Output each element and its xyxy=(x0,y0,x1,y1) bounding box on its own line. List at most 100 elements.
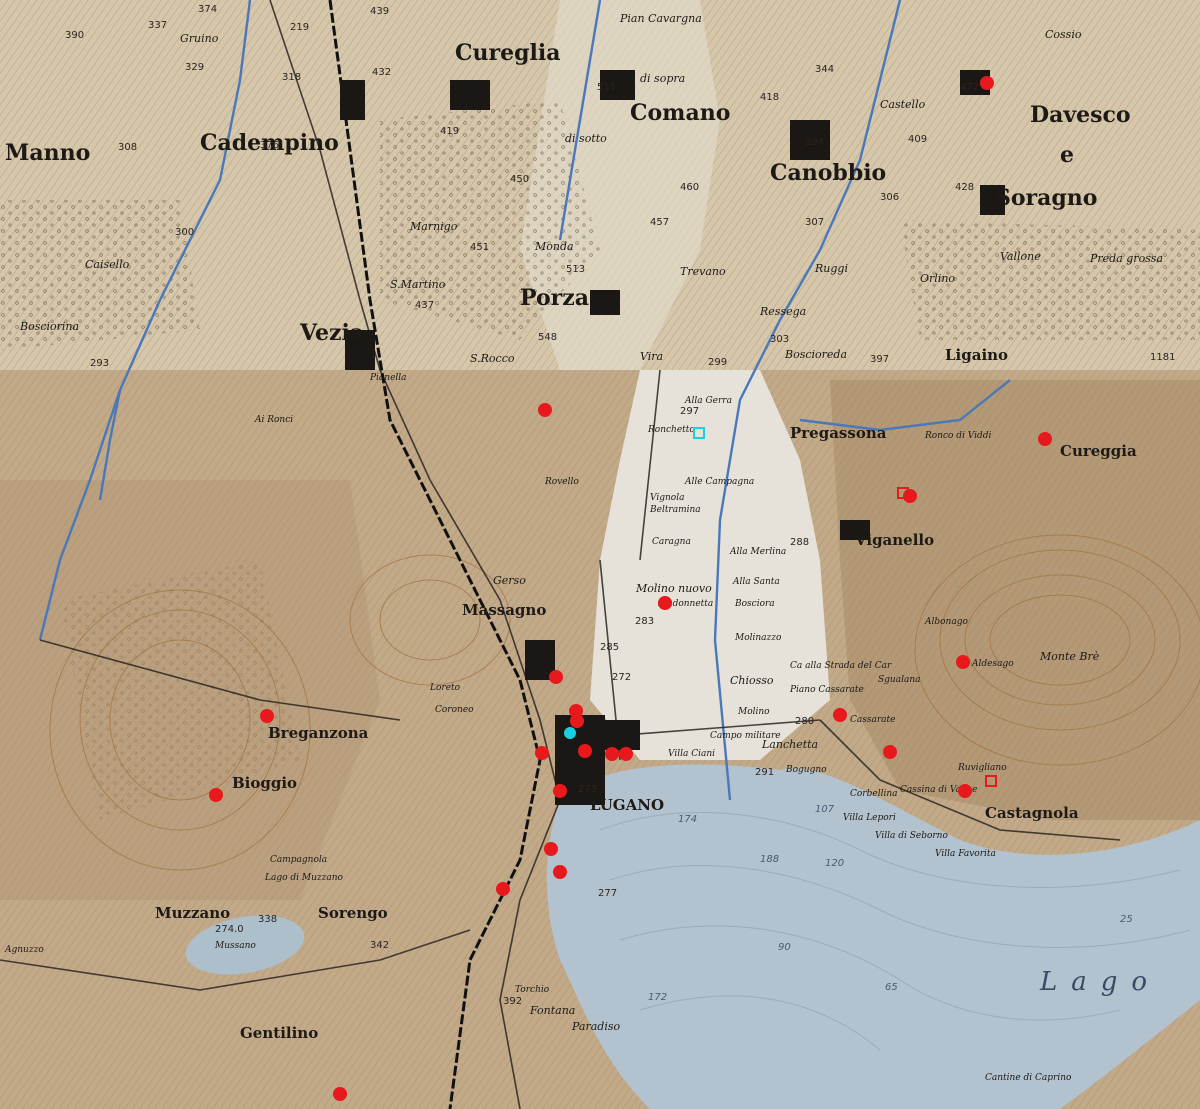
place-label: Canobbio xyxy=(770,160,886,186)
topographic-map[interactable]: Cureglia Manno Cadempino Comano Canobbio… xyxy=(0,0,1200,1109)
red-location-marker[interactable] xyxy=(956,655,970,669)
place-label: Soragno xyxy=(995,185,1097,211)
red-location-marker[interactable] xyxy=(619,747,633,761)
elevation-label: 285 xyxy=(600,642,619,653)
elevation-label: 418 xyxy=(760,92,779,103)
place-label: Campagnola xyxy=(270,855,327,865)
red-location-marker[interactable] xyxy=(658,596,672,610)
place-label: Gruino xyxy=(180,32,219,45)
red-location-marker[interactable] xyxy=(544,842,558,856)
place-label: Monda xyxy=(534,240,574,253)
place-label: Villa di Seborno xyxy=(875,831,948,841)
red-location-marker[interactable] xyxy=(535,746,549,760)
red-location-marker[interactable] xyxy=(260,709,274,723)
red-location-marker[interactable] xyxy=(209,788,223,802)
place-label: Cureggia xyxy=(1060,442,1137,460)
elevation-label: 513 xyxy=(566,264,585,275)
place-label: Breganzona xyxy=(268,724,369,742)
red-location-marker[interactable] xyxy=(496,882,510,896)
elevation-label: 273 xyxy=(578,784,597,795)
place-label: Davesco xyxy=(1030,102,1131,128)
red-location-marker[interactable] xyxy=(903,489,917,503)
place-label: Pianella xyxy=(369,373,407,383)
place-label: Gerso xyxy=(493,574,526,587)
red-location-marker[interactable] xyxy=(553,865,567,879)
place-label: Orlino xyxy=(920,272,955,285)
elevation-label: 432 xyxy=(372,67,391,78)
cyan-location-marker[interactable] xyxy=(564,727,576,739)
depth-label: 120 xyxy=(825,858,844,869)
elevation-label: 337 xyxy=(148,20,167,31)
red-location-marker[interactable] xyxy=(883,745,897,759)
place-label: Pian Cavargna xyxy=(619,12,702,25)
place-label: Beltramina xyxy=(649,505,701,515)
place-label: Caragna xyxy=(652,537,691,547)
elevation-label: 280 xyxy=(795,716,814,727)
elevation-label: 1181 xyxy=(1150,352,1175,363)
elevation-label: 457 xyxy=(650,217,669,228)
red-location-marker[interactable] xyxy=(958,784,972,798)
elevation-label: 303 xyxy=(770,334,789,345)
red-location-marker[interactable] xyxy=(833,708,847,722)
elevation-label: 338 xyxy=(258,914,277,925)
elevation-label: 451 xyxy=(470,242,489,253)
place-label: Ligaino xyxy=(945,346,1008,364)
place-label: Aldesago xyxy=(971,659,1014,669)
red-location-marker[interactable] xyxy=(578,744,592,758)
red-location-marker[interactable] xyxy=(570,714,584,728)
elevation-label: 274.0 xyxy=(215,924,244,935)
elevation-label: 450 xyxy=(510,174,529,185)
place-label: Marnigo xyxy=(409,220,458,233)
place-label: Mussano xyxy=(214,941,256,951)
place-label: Porza xyxy=(520,285,589,311)
elevation-label: 460 xyxy=(680,182,699,193)
place-label: Castagnola xyxy=(985,804,1079,822)
elevation-label: 277 xyxy=(598,888,617,899)
depth-label: 174 xyxy=(678,814,697,825)
red-location-marker[interactable] xyxy=(605,747,619,761)
place-label: Bosciorina xyxy=(19,320,79,333)
elevation-label: 409 xyxy=(908,134,927,145)
place-label: Bosciora xyxy=(734,599,775,609)
place-label: Vira xyxy=(640,350,663,363)
place-label: Castello xyxy=(880,98,926,111)
place-label: Alla Santa xyxy=(732,577,780,587)
place-label: S.Martino xyxy=(390,278,446,291)
place-label: Molino nuovo xyxy=(635,582,712,595)
depth-label: 188 xyxy=(760,854,779,865)
place-label: Alla Gerra xyxy=(684,396,732,406)
elevation-label: 374 xyxy=(198,4,217,15)
place-label: Muzzano xyxy=(155,904,230,922)
red-location-marker[interactable] xyxy=(1038,432,1052,446)
place-label: Agnuzzo xyxy=(4,945,44,955)
place-label: Paradiso xyxy=(571,1020,620,1033)
elevation-label: 306 xyxy=(880,192,899,203)
elevation-label: 376 xyxy=(260,140,279,151)
elevation-label: 472 xyxy=(960,82,979,93)
elevation-label: 329 xyxy=(185,62,204,73)
place-label: Bioggio xyxy=(232,774,297,792)
elevation-label: 511 xyxy=(597,82,616,93)
elevation-label: 437 xyxy=(415,300,434,311)
elevation-label: 548 xyxy=(538,332,557,343)
place-label: di sotto xyxy=(565,132,607,145)
red-location-marker[interactable] xyxy=(553,784,567,798)
red-location-marker[interactable] xyxy=(549,670,563,684)
place-label: Lanchetta xyxy=(761,738,818,751)
red-location-marker[interactable] xyxy=(538,403,552,417)
place-label: Vignola xyxy=(650,493,684,503)
red-location-marker[interactable] xyxy=(980,76,994,90)
place-label: Cossio xyxy=(1045,28,1082,41)
place-label: Villa Ciani xyxy=(668,749,715,759)
place-label: Boscioreda xyxy=(784,348,847,361)
place-label: Viganello xyxy=(854,531,934,549)
elevation-label: 308 xyxy=(118,142,137,153)
place-label: Monte Brè xyxy=(1039,650,1100,663)
place-label: Lago di Muzzano xyxy=(264,873,344,883)
place-label: Preda grossa xyxy=(1089,252,1163,265)
place-label: Alla Merlina xyxy=(729,547,786,557)
place-label: Vallone xyxy=(1000,250,1041,263)
place-label: Alle Campagna xyxy=(684,477,754,487)
place-label: Manno xyxy=(5,140,90,166)
red-location-marker[interactable] xyxy=(333,1087,347,1101)
